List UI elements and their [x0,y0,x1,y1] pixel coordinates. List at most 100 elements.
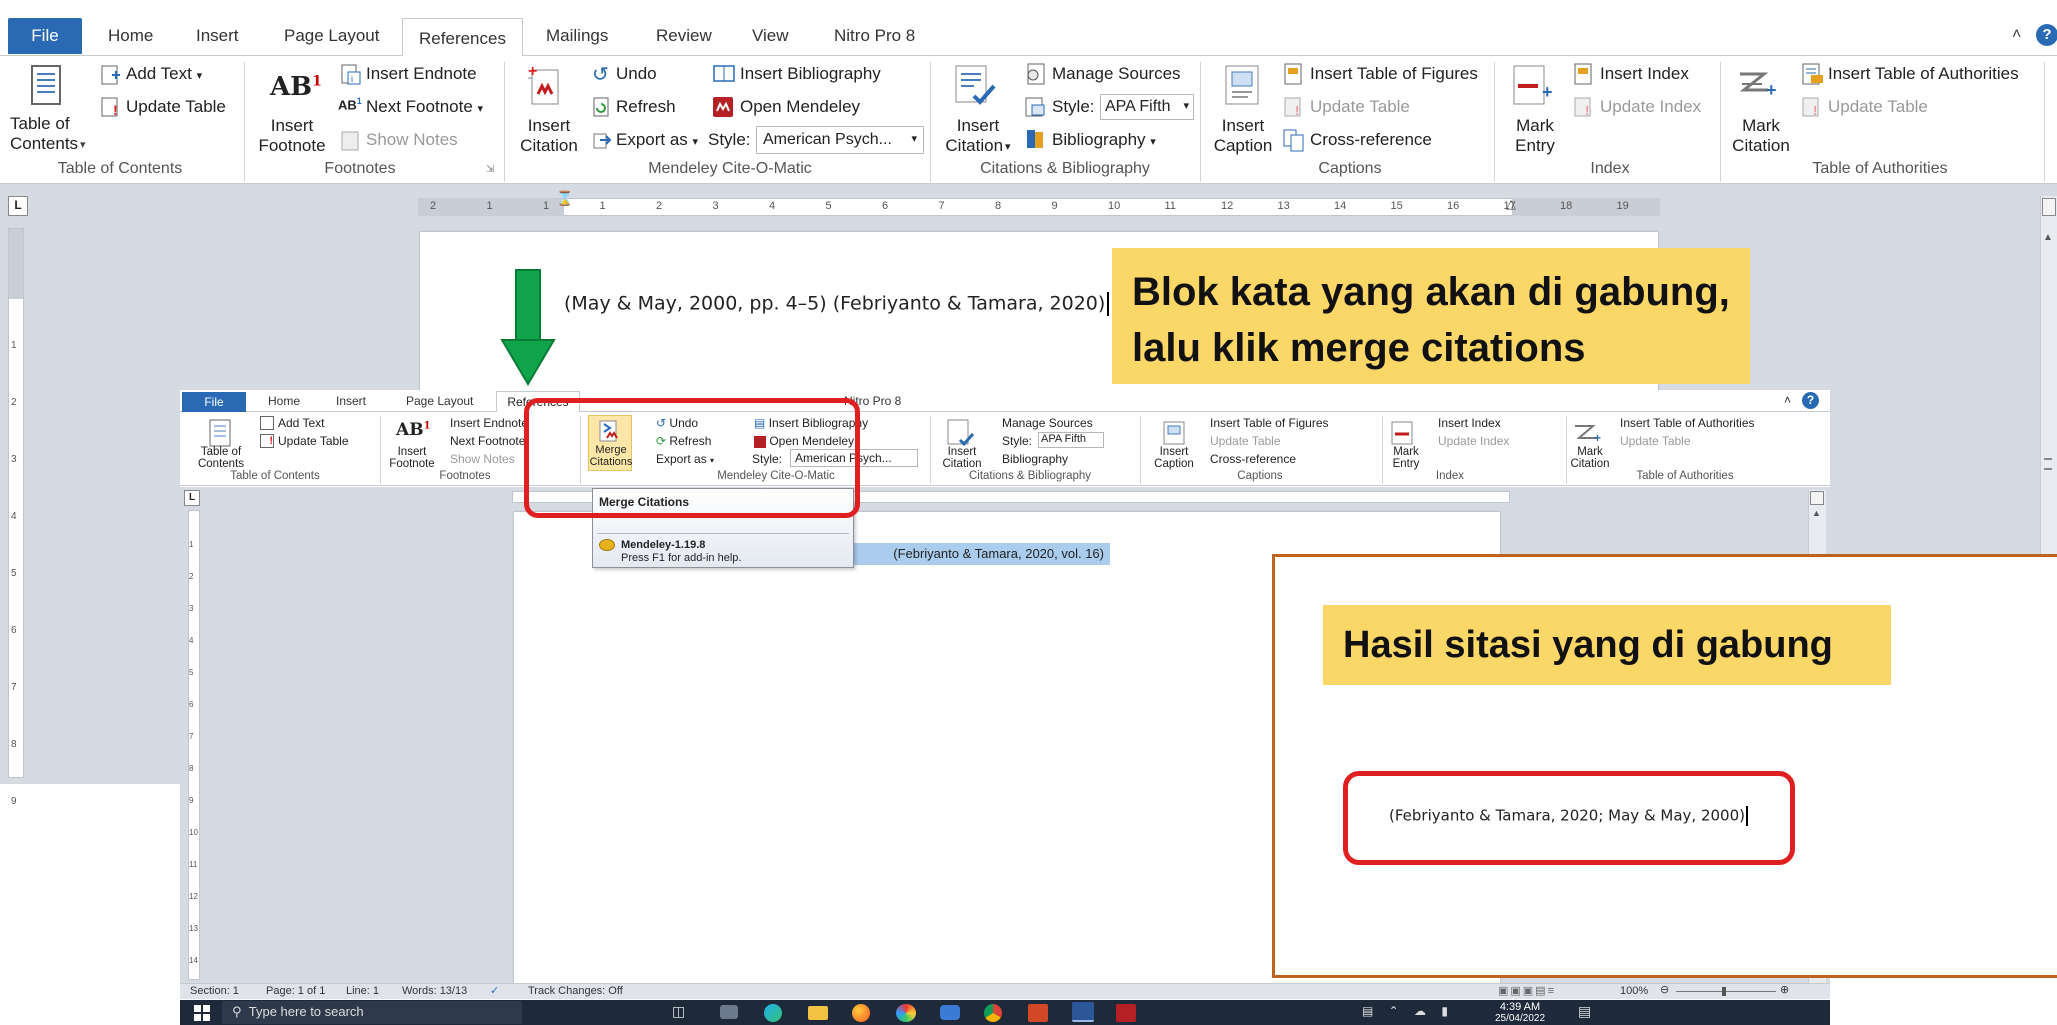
add-text-button[interactable]: Add Text ▾ [126,64,202,84]
insert-bibliography-button[interactable]: Insert Bibliography [740,64,881,84]
mendeley-app-icon[interactable] [1116,1004,1136,1022]
overlay-bibliography-button[interactable]: Bibliography [1002,452,1068,466]
overlay-help-icon[interactable]: ? [1802,392,1819,409]
overlay-tab-insert[interactable]: Insert [336,394,366,408]
overlay-tab-page-layout[interactable]: Page Layout [406,394,473,408]
mark-citation-button[interactable]: Mark Citation [1724,116,1798,156]
table-of-contents-button[interactable]: Table of Contents ▾ [10,114,90,154]
update-table-button[interactable]: Update Table [126,97,226,117]
overlay-tab-home[interactable]: Home [268,394,300,408]
document-citation-text[interactable]: (May & May, 2000, pp. 4–5) (Febriyanto &… [564,292,1110,316]
firefox-icon[interactable] [852,1004,870,1022]
refresh-button[interactable]: Refresh [616,97,676,117]
overlay-toc-button[interactable]: Table of Contents [186,446,256,470]
tab-home[interactable]: Home [108,26,153,46]
status-section[interactable]: Section: 1 [190,985,239,997]
taskbar-search[interactable]: ⚲ Type here to search [222,1001,522,1024]
svg-text:+: + [1542,82,1553,102]
overlay-ruler-toggle-icon[interactable] [1810,491,1824,505]
chat-app-icon[interactable] [940,1005,960,1020]
overlay-insert-footnote-button[interactable]: Insert Footnote [382,446,442,470]
status-track-changes[interactable]: Track Changes: Off [528,985,623,997]
overlay-update-table-button[interactable]: Update Table [278,434,349,448]
word-app-icon[interactable] [1072,1002,1094,1022]
scroll-up-icon[interactable]: ▲ [2043,232,2053,243]
status-words[interactable]: Words: 13/13 [402,985,467,997]
help-icon[interactable]: ? [2036,24,2057,46]
insert-citation-mendeley-button[interactable]: Insert Citation [514,116,584,156]
insert-table-of-figures-button[interactable]: Insert Table of Figures [1310,64,1478,84]
overlay-cross-reference-button[interactable]: Cross-reference [1210,452,1296,466]
ruler-indent-marker-icon[interactable]: ⌛ [556,190,573,207]
tab-file[interactable]: File [8,18,82,54]
insert-index-button[interactable]: Insert Index [1600,64,1689,84]
overlay-insert-index-button[interactable]: Insert Index [1438,416,1501,430]
overlay-mark-entry-button[interactable]: Mark Entry [1380,446,1432,470]
minimize-ribbon-icon[interactable]: ˄ [2012,26,2021,44]
task-view-icon[interactable]: ◫ [672,1003,685,1020]
zoom-out-icon[interactable]: ⊖ [1660,983,1669,996]
insert-footnote-button[interactable]: Insert Footnote [252,116,332,156]
overlay-tab-file[interactable]: File [182,392,246,412]
taskbar-time[interactable]: 4:39 AM [1480,1001,1560,1013]
next-footnote-button[interactable]: Next Footnote ▾ [366,97,483,117]
cross-reference-button[interactable]: Cross-reference [1310,130,1432,150]
powerpoint-icon[interactable] [1028,1004,1048,1022]
status-page[interactable]: Page: 1 of 1 [266,985,325,997]
ruler-toggle-icon[interactable] [2042,198,2056,216]
tab-nitro[interactable]: Nitro Pro 8 [834,26,915,46]
zoom-slider[interactable] [1676,991,1776,992]
notification-icon[interactable]: ▤ [1578,1003,1591,1020]
tab-view[interactable]: View [752,26,789,46]
result-citation-text[interactable]: (Febriyanto & Tamara, 2020; May & May, 2… [1389,806,1748,826]
tab-insert[interactable]: Insert [196,26,239,46]
ruler-corner-icon[interactable]: L [8,196,28,216]
paint-app-icon[interactable] [896,1004,916,1022]
camera-app-icon[interactable] [720,1005,738,1019]
view-buttons[interactable]: ▣▣▣▤≡ [1498,984,1556,997]
insert-caption-button[interactable]: Insert Caption [1206,116,1280,156]
edge-browser-icon[interactable] [764,1004,782,1022]
overlay-manage-sources-button[interactable]: Manage Sources [1002,416,1093,430]
export-as-button[interactable]: Export as ▾ [616,130,698,150]
overlay-scroll-up-icon[interactable]: ▲ [1812,508,1821,518]
overlay-insert-endnote-button[interactable]: Insert Endnote [450,416,528,430]
mendeley-style-dropdown[interactable]: American Psych... ▾ [756,126,924,154]
overlay-minimize-icon[interactable]: ˄ [1784,393,1791,407]
result-panel: Hasil sitasi yang di gabung (Febriyanto … [1272,554,2057,978]
overlay-insert-citation-button[interactable]: Insert Citation [930,446,994,470]
overlay-insert-caption-button[interactable]: Insert Caption [1146,446,1202,470]
tab-mailings[interactable]: Mailings [546,26,608,46]
undo-button[interactable]: Undo [616,64,657,84]
start-windows-icon[interactable] [194,1005,210,1021]
insert-table-of-authorities-button[interactable]: Insert Table of Authorities [1828,64,2019,84]
tab-references[interactable]: References [402,18,523,58]
insert-citation-button[interactable]: Insert Citation ▾ [938,116,1018,156]
spelling-check-icon[interactable]: ✓ [490,984,499,997]
taskbar-date[interactable]: 25/04/2022 [1476,1013,1564,1024]
overlay-add-text-button[interactable]: Add Text [278,416,324,430]
vertical-ruler[interactable] [8,228,24,778]
citation-style-dropdown[interactable]: APA Fifth ▾ [1100,94,1194,120]
mark-entry-button[interactable]: Mark Entry [1500,116,1570,156]
tab-page-layout[interactable]: Page Layout [284,26,379,46]
zoom-level[interactable]: 100% [1620,985,1648,997]
overlay-mark-citation-button[interactable]: Mark Citation [1562,446,1618,470]
zoom-slider-thumb[interactable] [1722,987,1726,996]
file-explorer-icon[interactable] [808,1006,828,1020]
status-line[interactable]: Line: 1 [346,985,379,997]
overlay-citation-style-dropdown[interactable]: APA Fifth [1038,432,1104,448]
overlay-insert-tof-button[interactable]: Insert Table of Figures [1210,416,1329,430]
manage-sources-button[interactable]: Manage Sources [1052,64,1181,84]
dialog-launcher-icon[interactable]: ⇲ [486,164,494,175]
overlay-ruler-corner-icon[interactable]: L [184,490,200,506]
zoom-in-icon[interactable]: ⊕ [1780,983,1789,996]
overlay-insert-toa-button[interactable]: Insert Table of Authorities [1620,416,1755,430]
overlay-next-footnote-button[interactable]: Next Footnote [450,434,525,448]
tray-icons[interactable]: ▤ ⌃ ☁ ▮ [1362,1004,1454,1018]
open-mendeley-button[interactable]: Open Mendeley [740,97,860,117]
insert-endnote-button[interactable]: Insert Endnote [366,64,477,84]
bibliography-button[interactable]: Bibliography ▾ [1052,130,1156,150]
chrome-icon[interactable] [984,1004,1002,1022]
tab-review[interactable]: Review [656,26,712,46]
